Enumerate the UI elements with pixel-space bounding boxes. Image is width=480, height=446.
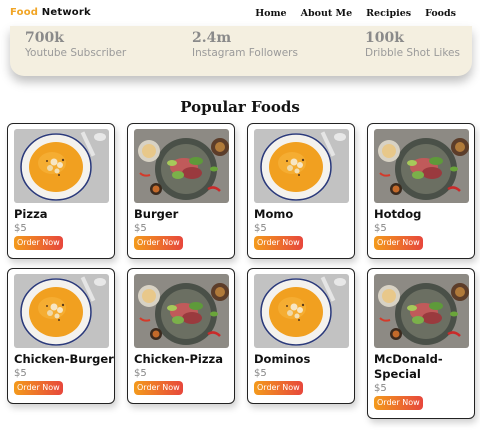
stats-panel: 700k Youtube Subscriber 2.4m Instagram F…: [10, 26, 472, 76]
food-card: McDonald-Special $5 Order Now: [367, 268, 475, 419]
nav-link-about[interactable]: About Me: [301, 8, 353, 19]
food-price: $5: [134, 223, 147, 234]
food-price: $5: [374, 383, 387, 394]
food-image: [254, 129, 349, 203]
stat-dribble: 100k Dribble Shot Likes: [365, 30, 460, 59]
stat-label: Instagram Followers: [192, 47, 298, 59]
order-now-button[interactable]: Order Now: [374, 396, 423, 410]
food-name: Hotdog: [374, 207, 422, 221]
nav-link-home[interactable]: Home: [255, 8, 286, 19]
stat-value: 700k: [25, 30, 64, 46]
nav-link-foods[interactable]: Foods: [425, 8, 456, 19]
food-image: [14, 129, 109, 203]
food-image: [374, 129, 469, 203]
stat-value: 100k: [365, 30, 404, 46]
food-name: Pizza: [14, 207, 48, 221]
order-now-button[interactable]: Order Now: [134, 381, 183, 395]
food-price: $5: [134, 368, 147, 379]
food-name: Chicken-Burger: [14, 352, 114, 366]
food-price: $5: [254, 368, 267, 379]
food-price: $5: [374, 223, 387, 234]
food-price: $5: [14, 223, 27, 234]
food-image: [134, 274, 229, 348]
order-now-button[interactable]: Order Now: [254, 381, 303, 395]
food-image: [134, 129, 229, 203]
food-card: Dominos $5 Order Now: [247, 268, 355, 404]
stat-label: Dribble Shot Likes: [365, 47, 460, 59]
food-card: Chicken-Pizza $5 Order Now: [127, 268, 235, 404]
brand-rest: Network: [38, 7, 91, 18]
nav-links: Home About Me Recipies Foods: [255, 8, 456, 19]
stat-value: 2.4m: [192, 30, 232, 46]
food-name: Burger: [134, 207, 179, 221]
stat-label: Youtube Subscriber: [25, 47, 127, 59]
food-name: Chicken-Pizza: [134, 352, 224, 366]
section-title: Popular Foods: [180, 98, 300, 116]
food-price: $5: [254, 223, 267, 234]
brand-logo[interactable]: Food Network: [10, 7, 91, 18]
food-name: McDonald-Special: [374, 352, 443, 381]
food-price: $5: [14, 368, 27, 379]
stat-youtube: 700k Youtube Subscriber: [25, 30, 126, 59]
order-now-button[interactable]: Order Now: [134, 236, 183, 250]
order-now-button[interactable]: Order Now: [14, 381, 63, 395]
food-card: Chicken-Burger $5 Order Now: [7, 268, 115, 404]
food-card: Momo $5 Order Now: [247, 123, 355, 259]
food-image: [14, 274, 109, 348]
food-card: Hotdog $5 Order Now: [367, 123, 475, 259]
food-image: [254, 274, 349, 348]
food-card: Burger $5 Order Now: [127, 123, 235, 259]
food-image: [374, 274, 469, 348]
order-now-button[interactable]: Order Now: [374, 236, 423, 250]
navbar: Food Network Home About Me Recipies Food…: [0, 0, 480, 26]
order-now-button[interactable]: Order Now: [254, 236, 303, 250]
order-now-button[interactable]: Order Now: [14, 236, 63, 250]
brand-accent: Food: [10, 7, 39, 18]
food-name: Dominos: [254, 352, 311, 366]
stat-instagram: 2.4m Instagram Followers: [192, 30, 298, 59]
nav-link-recipies[interactable]: Recipies: [366, 8, 411, 19]
food-name: Momo: [254, 207, 294, 221]
food-card: Pizza $5 Order Now: [7, 123, 115, 259]
